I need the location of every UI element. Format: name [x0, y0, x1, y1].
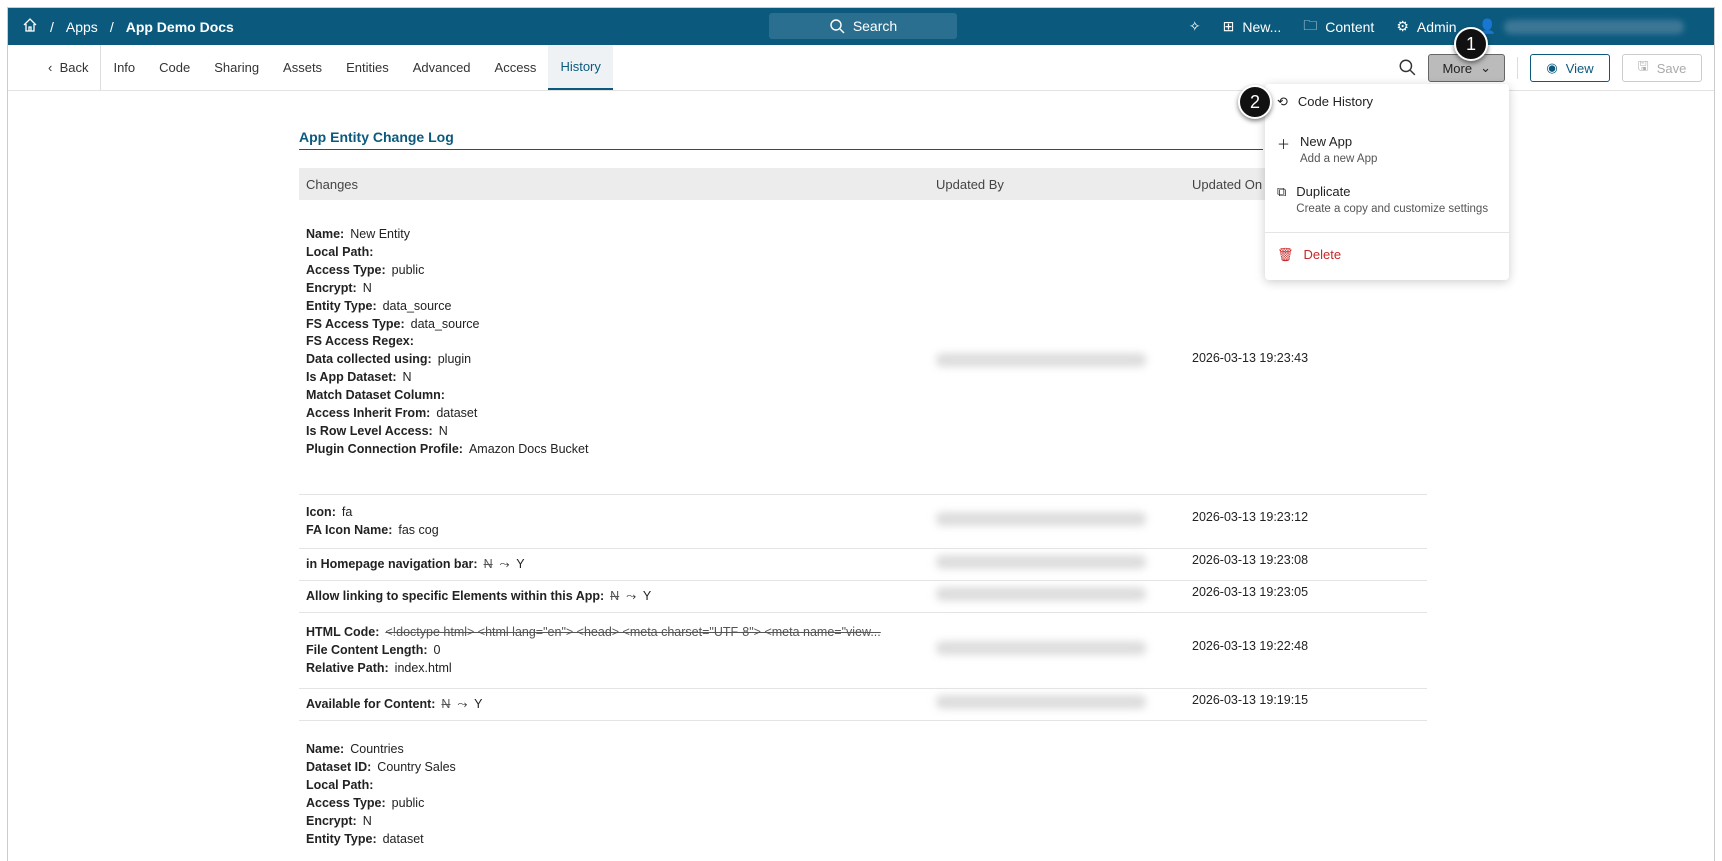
updated-by-redacted	[936, 587, 1146, 601]
home-icon[interactable]	[22, 17, 38, 36]
more-dropdown-menu: ⟲ Code History ＋ New App Add a new App ⧉ Dup…	[1265, 84, 1509, 280]
menu-item-duplicate[interactable]: ⧉ Duplicate Create a copy and customize se…	[1277, 184, 1488, 215]
updated-on-cell: 2026-03-13 19:23:08	[1192, 553, 1309, 567]
tab-history[interactable]: History	[548, 45, 613, 90]
save-button[interactable]: 🖫 Save	[1622, 54, 1702, 82]
changes-cell: Name: Countries Dataset ID: Country Sales Lo…	[306, 742, 456, 846]
search-button[interactable]: Search	[769, 13, 957, 39]
table-header: Changes Updated By Updated On	[299, 168, 1427, 200]
admin-button[interactable]: ⚙ Admin	[1396, 18, 1456, 35]
changes-cell: Name: New Entity Local Path: Access Type: pu…	[306, 227, 589, 456]
updated-on-cell: 2026-03-13 19:22:48	[1192, 639, 1309, 653]
tab-code[interactable]: Code	[147, 45, 202, 90]
table-row: Name: Countries Dataset ID: Country Sales Lo…	[299, 721, 1427, 855]
table-row: Name: New Entity Local Path: Access Type: pu…	[299, 198, 1427, 495]
menu-item-code-history[interactable]: ⟲ Code History	[1277, 94, 1373, 110]
table-row: Available for Content: N ⤳ Y 2026-03-13 19…	[299, 689, 1427, 721]
changes-cell: Allow linking to specific Elements withi…	[306, 589, 652, 604]
step-badge-2: 2	[1238, 85, 1272, 119]
updated-by-redacted	[936, 695, 1146, 709]
eye-icon: ◉	[1546, 60, 1558, 75]
chevron-down-icon: ⌄	[1480, 60, 1491, 75]
changes-cell: HTML Code: <!doctype html> <html lang="en…	[306, 625, 881, 675]
changes-cell: Available for Content: N ⤳ Y	[306, 697, 483, 712]
crumb-current: App Demo Docs	[125, 18, 234, 35]
tab-sharing[interactable]: Sharing	[202, 45, 271, 90]
tab-info[interactable]: Info	[101, 45, 147, 90]
gear-icon: ⚙	[1396, 18, 1409, 34]
table-row: Icon: fa FA Icon Name: fas cog 2026-03-13 19…	[299, 495, 1427, 549]
search-icon	[830, 19, 845, 34]
search-icon[interactable]	[1398, 58, 1416, 79]
save-icon: 🖫	[1637, 58, 1649, 73]
updated-on-cell: 2026-03-13 19:23:43	[1192, 350, 1309, 365]
app-window: / Apps / App Demo Docs Search ✧ ⊞ New... 🗀 C…	[7, 7, 1715, 861]
updated-on-cell: 2026-03-13 19:23:05	[1192, 585, 1309, 599]
tab-advanced[interactable]: Advanced	[401, 45, 483, 90]
new-button[interactable]: ⊞ New...	[1223, 18, 1282, 35]
crumb-apps[interactable]: Apps	[66, 19, 98, 35]
table-row: HTML Code: <!doctype html> <html lang="en…	[299, 613, 1427, 689]
updated-on-cell: 2026-03-13 19:23:12	[1192, 510, 1309, 524]
plus-icon: ＋	[1277, 137, 1291, 152]
table-row: Allow linking to specific Elements withi…	[299, 581, 1427, 613]
content-button[interactable]: 🗀 Content	[1303, 15, 1374, 39]
plus-square-icon: ⊞	[1222, 18, 1235, 34]
updated-by-redacted	[936, 512, 1146, 526]
tab-assets[interactable]: Assets	[271, 45, 334, 90]
updated-by-redacted	[936, 555, 1146, 569]
changes-cell: in Homepage navigation bar: N ⤳ Y	[306, 557, 525, 572]
view-button[interactable]: ◉ View	[1530, 54, 1610, 82]
ai-assistant-icon[interactable]: ✧	[1189, 18, 1201, 35]
user-menu[interactable]: 👤	[1479, 18, 1684, 35]
copy-icon: ⧉	[1277, 184, 1287, 199]
breadcrumb: / Apps / App Demo Docs	[8, 17, 234, 36]
folder-icon: 🗀	[1303, 16, 1318, 33]
history-icon: ⟲	[1277, 94, 1288, 109]
back-button[interactable]: ‹ Back	[36, 45, 102, 90]
trash-icon: 🗑	[1277, 247, 1294, 262]
page-title: App Entity Change Log	[299, 129, 1263, 150]
updated-by-redacted	[936, 641, 1146, 655]
menu-item-new-app[interactable]: ＋ New App Add a new App	[1277, 134, 1377, 165]
changes-cell: Icon: fa FA Icon Name: fas cog	[306, 505, 439, 537]
tab-access[interactable]: Access	[483, 45, 549, 90]
updated-by-redacted	[936, 352, 1146, 367]
tab-entities[interactable]: Entities	[334, 45, 401, 90]
menu-item-delete[interactable]: 🗑 Delete	[1277, 247, 1341, 263]
updated-on-cell: 2026-03-13 19:19:15	[1192, 693, 1309, 707]
table-row: in Homepage navigation bar: N ⤳ Y 2026-03-…	[299, 549, 1427, 581]
step-badge-1: 1	[1454, 27, 1488, 61]
